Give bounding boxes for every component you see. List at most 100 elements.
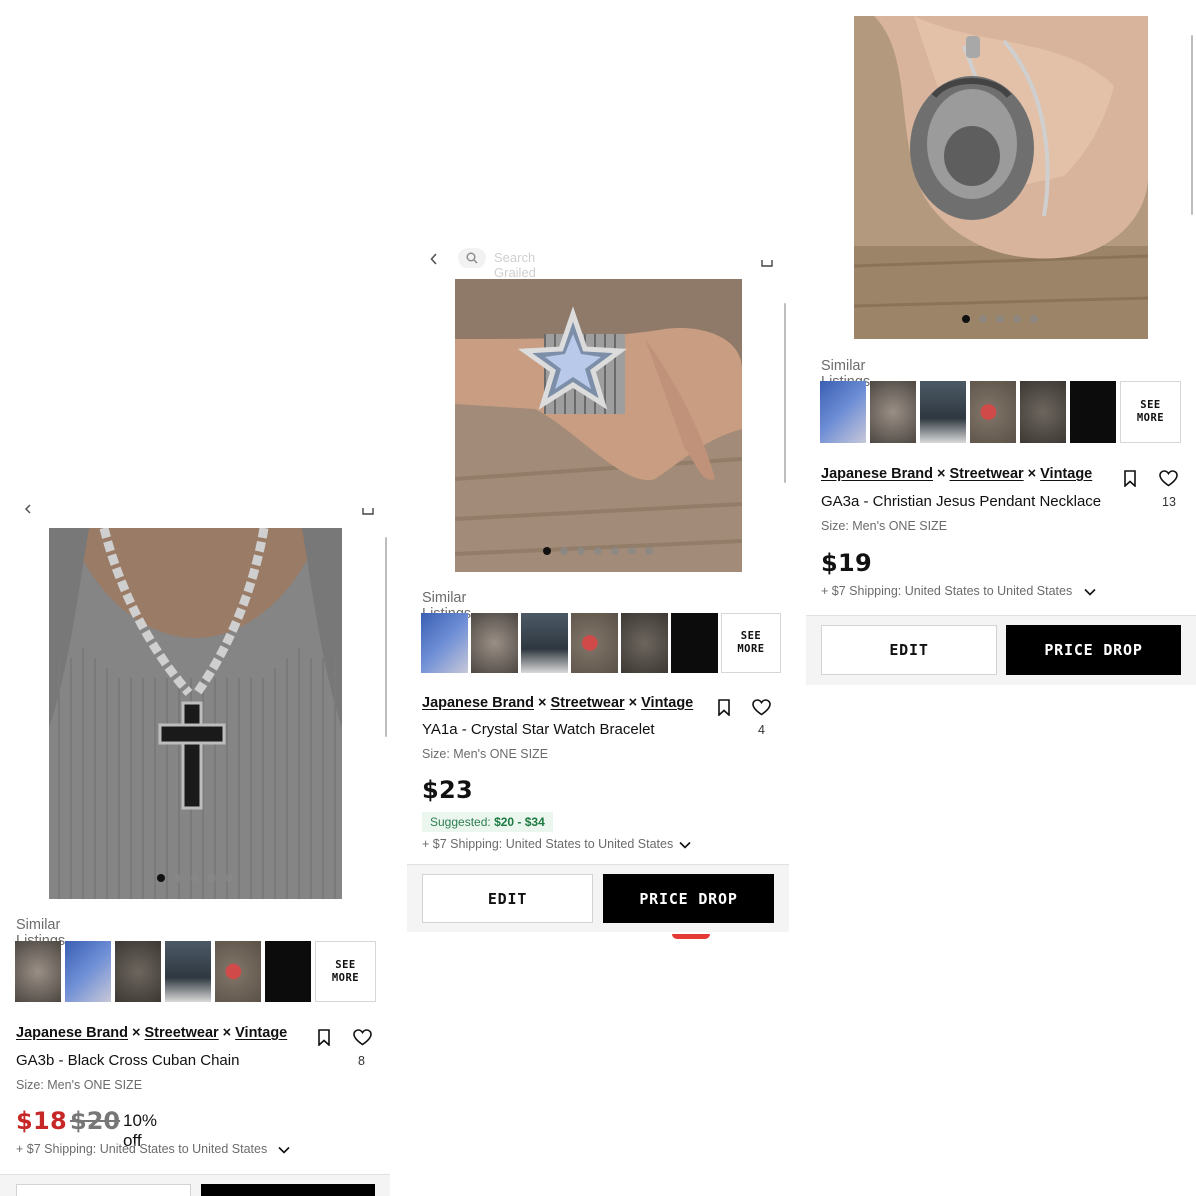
original-price: $20 (70, 1107, 121, 1135)
pager-dot[interactable] (996, 315, 1004, 323)
like-count: 4 (758, 723, 765, 737)
price-drop-button[interactable]: PRICE DROP (603, 874, 774, 923)
suggested-price-badge: Suggested: $20 - $34 (422, 812, 553, 832)
product-image (854, 16, 1148, 339)
similar-listing-thumb[interactable] (165, 941, 211, 1002)
share-icon[interactable] (760, 254, 774, 268)
product-photo-jesus-pendant[interactable] (854, 16, 1148, 339)
pager-dot[interactable] (645, 547, 653, 555)
pager-dot[interactable] (191, 874, 199, 882)
similar-listing-thumb[interactable] (671, 613, 718, 673)
similar-listing-thumb[interactable] (265, 941, 311, 1002)
designer-separator: × (1027, 466, 1037, 482)
product-image (49, 528, 342, 899)
scrollbar[interactable] (784, 303, 786, 483)
pager-dot[interactable] (611, 547, 619, 555)
designer-link[interactable]: Streetwear (551, 695, 625, 711)
pager-dot[interactable] (157, 874, 165, 882)
search-input[interactable]: Search Grailed (494, 250, 536, 280)
similar-listing-thumb[interactable] (870, 381, 916, 443)
shipping-info: + $7 Shipping: United States to United S… (821, 584, 1073, 598)
heart-icon[interactable] (352, 1028, 372, 1046)
similar-listing-thumb[interactable] (820, 381, 866, 443)
edit-button[interactable] (16, 1184, 191, 1196)
similar-listing-thumb[interactable] (1020, 381, 1066, 443)
bookmark-icon[interactable] (1121, 469, 1139, 487)
suggested-range: $20 - $34 (494, 815, 545, 829)
photo-pager[interactable] (157, 874, 233, 882)
chevron-down-icon[interactable] (678, 838, 692, 852)
designer-separator: × (937, 466, 946, 482)
price-drop-button[interactable]: PRICE DROP (1006, 625, 1181, 675)
bookmark-icon[interactable] (315, 1028, 333, 1046)
similar-listing-thumb[interactable] (471, 613, 518, 673)
designer-link[interactable]: Japanese Brand (821, 466, 933, 482)
see-more-button[interactable]: SEE MORE (315, 941, 376, 1002)
pager-dot[interactable] (628, 547, 636, 555)
edit-button[interactable]: EDIT (821, 625, 997, 675)
designer-separator: × (132, 1025, 141, 1041)
pager-dot[interactable] (577, 547, 585, 555)
listing-price: $23 (422, 776, 473, 804)
designer-link[interactable]: Vintage (1040, 466, 1092, 482)
designer-link[interactable]: Japanese Brand (16, 1025, 128, 1041)
pager-dot[interactable] (979, 315, 987, 323)
product-photo-star-bracelet[interactable] (455, 279, 742, 572)
similar-listing-thumb[interactable] (215, 941, 261, 1002)
chevron-down-icon[interactable] (1083, 585, 1097, 599)
similar-listing-thumb[interactable] (521, 613, 568, 673)
listing-price: $19 (821, 549, 872, 577)
pager-dot[interactable] (560, 547, 568, 555)
pager-dot[interactable] (594, 547, 602, 555)
pager-dot[interactable] (225, 874, 233, 882)
sale-price: $18 (16, 1107, 67, 1135)
back-arrow-icon[interactable] (428, 252, 440, 266)
pager-dot[interactable] (543, 547, 551, 555)
pager-dot[interactable] (174, 874, 182, 882)
chevron-down-icon[interactable] (277, 1143, 291, 1157)
share-icon[interactable] (362, 506, 374, 516)
search-icon[interactable] (458, 248, 486, 268)
photo-pager[interactable] (962, 315, 1038, 323)
like-count: 13 (1162, 495, 1176, 509)
price-drop-button[interactable] (201, 1184, 375, 1196)
designer-link[interactable]: Vintage (235, 1025, 287, 1041)
similar-listing-thumb[interactable] (15, 941, 61, 1002)
pager-dot[interactable] (962, 315, 970, 323)
similar-listing-thumb[interactable] (621, 613, 668, 673)
bookmark-icon[interactable] (715, 698, 733, 716)
pager-dot[interactable] (1013, 315, 1021, 323)
see-more-button[interactable]: SEE MORE (721, 613, 781, 673)
listing-size: Size: Men's ONE SIZE (16, 1078, 143, 1092)
product-photo-cross-chain[interactable] (49, 528, 342, 899)
listing-title: GA3a - Christian Jesus Pendant Necklace (821, 493, 1102, 510)
designer-link[interactable]: Streetwear (145, 1025, 219, 1041)
similar-listing-thumb[interactable] (1070, 381, 1116, 443)
similar-listing-thumb[interactable] (421, 613, 468, 673)
listing-title: YA1a - Crystal Star Watch Bracelet (422, 721, 655, 738)
similar-listing-thumb[interactable] (571, 613, 618, 673)
edit-button[interactable]: EDIT (422, 874, 593, 923)
designer-separator: × (222, 1025, 232, 1041)
similar-listing-thumb[interactable] (115, 941, 161, 1002)
scrollbar[interactable] (385, 537, 387, 737)
back-arrow-icon[interactable] (22, 503, 34, 515)
designer-link[interactable]: Japanese Brand (422, 695, 534, 711)
scrollbar[interactable] (1191, 35, 1193, 215)
listing-title: GA3b - Black Cross Cuban Chain (16, 1052, 240, 1069)
photo-pager[interactable] (543, 547, 653, 555)
pager-dot[interactable] (1030, 315, 1038, 323)
like-count: 8 (358, 1054, 365, 1068)
similar-listings-row: SEE MORE (421, 613, 781, 673)
similar-listing-thumb[interactable] (970, 381, 1016, 443)
similar-listing-thumb[interactable] (65, 941, 111, 1002)
designer-links: Japanese Brand × Streetwear × Vintage (422, 695, 693, 711)
pager-dot[interactable] (208, 874, 216, 882)
designer-link[interactable]: Vintage (641, 695, 693, 711)
similar-listing-thumb[interactable] (920, 381, 966, 443)
designer-separator: × (628, 695, 638, 711)
designer-link[interactable]: Streetwear (950, 466, 1024, 482)
heart-icon[interactable] (751, 698, 771, 716)
see-more-button[interactable]: SEE MORE (1120, 381, 1181, 443)
heart-icon[interactable] (1158, 469, 1178, 487)
